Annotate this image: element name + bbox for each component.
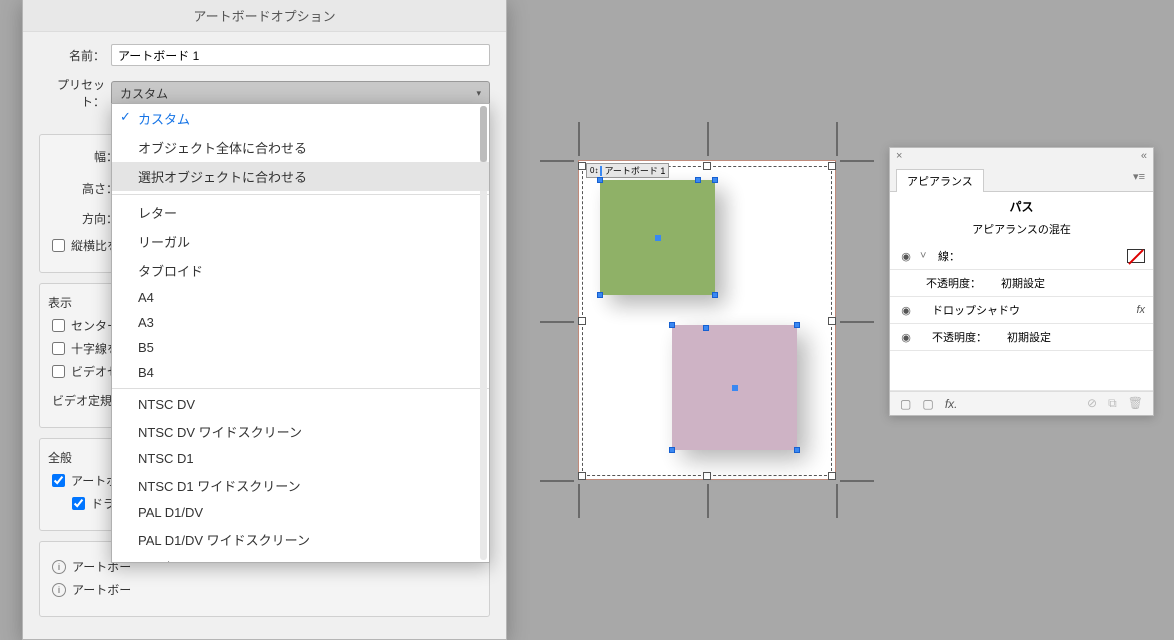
opacity-label: 不透明度： bbox=[926, 275, 981, 291]
dropshadow-label: ドロップシャドウ bbox=[932, 302, 1020, 318]
opacity-value: 初期設定 bbox=[1001, 275, 1045, 291]
shape-center-handle[interactable] bbox=[655, 235, 661, 241]
preset-option[interactable]: タブロイド bbox=[112, 256, 489, 285]
canvas-area[interactable]: 0↕ アートボード 1 bbox=[540, 110, 860, 510]
preset-option[interactable]: カスタム bbox=[112, 104, 489, 133]
drag-checkbox[interactable] bbox=[72, 497, 85, 510]
preset-option[interactable]: A4 bbox=[112, 285, 489, 310]
new-fill-icon[interactable]: ▢ bbox=[900, 397, 911, 411]
info-icon: i bbox=[52, 560, 66, 574]
preset-selected-value: カスタム bbox=[120, 85, 168, 102]
preset-option[interactable]: B5 bbox=[112, 335, 489, 360]
video-safe-checkbox[interactable] bbox=[52, 365, 65, 378]
preset-option[interactable]: HDV/HDTV 720 bbox=[112, 554, 489, 563]
stroke-opacity-row[interactable]: 不透明度： 初期設定 bbox=[890, 270, 1153, 297]
aspect-lock-checkbox[interactable] bbox=[52, 239, 65, 252]
dialog-title: アートボードオプション bbox=[23, 0, 506, 32]
object-opacity-row[interactable]: ◉ 不透明度： 初期設定 bbox=[890, 324, 1153, 351]
appearance-subtitle: アピアランスの混在 bbox=[890, 221, 1153, 243]
duplicate-icon[interactable]: ⧉ bbox=[1108, 396, 1117, 410]
preset-option[interactable]: A3 bbox=[112, 310, 489, 335]
fx-badge: fx bbox=[1136, 304, 1145, 316]
tab-appearance[interactable]: アピアランス bbox=[896, 169, 984, 192]
appearance-title: パス bbox=[890, 192, 1153, 221]
center-mark-checkbox[interactable] bbox=[52, 319, 65, 332]
appearance-panel: × « アピアランス ▾≡ パス アピアランスの混在 ◉ ˅ 線： 不透明度： … bbox=[889, 147, 1154, 416]
preset-menu: カスタムオブジェクト全体に合わせる選択オブジェクトに合わせるレターリーガルタブロ… bbox=[111, 103, 490, 563]
preset-option[interactable]: NTSC DV ワイドスクリーン bbox=[112, 417, 489, 446]
preset-option[interactable]: 選択オブジェクトに合わせる bbox=[112, 162, 489, 191]
name-label: 名前： bbox=[39, 47, 111, 64]
visibility-eye-icon[interactable]: ◉ bbox=[898, 304, 914, 317]
preset-option[interactable]: PAL D1/DV bbox=[112, 500, 489, 525]
panel-collapse-icon[interactable]: « bbox=[1141, 150, 1147, 162]
general-artboard-checkbox[interactable] bbox=[52, 474, 65, 487]
preset-option[interactable]: オブジェクト全体に合わせる bbox=[112, 133, 489, 162]
artboard-title-tag[interactable]: 0↕ アートボード 1 bbox=[586, 163, 669, 178]
preset-option[interactable]: レター bbox=[112, 198, 489, 227]
clear-appearance-icon[interactable]: ⊘ bbox=[1087, 396, 1097, 410]
dropshadow-row[interactable]: ◉ ドロップシャドウ fx bbox=[890, 297, 1153, 324]
crosshair-checkbox[interactable] bbox=[52, 342, 65, 355]
artboard-options-dialog: アートボードオプション 名前： プリセット： カスタム ▾ カスタムオブジェクト… bbox=[22, 0, 507, 640]
panel-close-icon[interactable]: × bbox=[896, 150, 902, 162]
add-effect-icon[interactable]: fx. bbox=[945, 397, 958, 411]
delete-icon[interactable]: 🗑 bbox=[1128, 396, 1143, 410]
preset-option[interactable]: B4 bbox=[112, 360, 489, 385]
opacity-value-2: 初期設定 bbox=[1007, 329, 1051, 345]
preset-option[interactable]: NTSC D1 bbox=[112, 446, 489, 471]
new-stroke-icon[interactable]: ▢ bbox=[922, 397, 933, 411]
chevron-down-icon: ▾ bbox=[476, 88, 481, 99]
info-icon: i bbox=[52, 583, 66, 597]
opacity-label-2: 不透明度： bbox=[932, 329, 987, 345]
preset-option[interactable]: NTSC DV bbox=[112, 392, 489, 417]
panel-menu-icon[interactable]: ▾≡ bbox=[1133, 170, 1145, 183]
artboard-title-text: アートボード 1 bbox=[604, 164, 665, 177]
preset-label: プリセット： bbox=[39, 76, 111, 110]
preset-option[interactable]: リーガル bbox=[112, 227, 489, 256]
expand-icon[interactable]: ˅ bbox=[920, 250, 932, 262]
preset-option[interactable]: NTSC D1 ワイドスクリーン bbox=[112, 471, 489, 500]
visibility-eye-icon[interactable]: ◉ bbox=[898, 331, 914, 344]
cursor-icon: 0↕ bbox=[590, 166, 598, 175]
shape-center-handle[interactable] bbox=[732, 385, 738, 391]
stroke-swatch[interactable] bbox=[1127, 249, 1145, 263]
visibility-eye-icon[interactable]: ◉ bbox=[898, 250, 914, 263]
preset-option[interactable]: PAL D1/DV ワイドスクリーン bbox=[112, 525, 489, 554]
info2-label: アートボー bbox=[72, 581, 131, 598]
stroke-label: 線： bbox=[938, 248, 960, 264]
artboard-name-input[interactable] bbox=[111, 44, 490, 66]
stroke-row[interactable]: ◉ ˅ 線： bbox=[890, 243, 1153, 270]
